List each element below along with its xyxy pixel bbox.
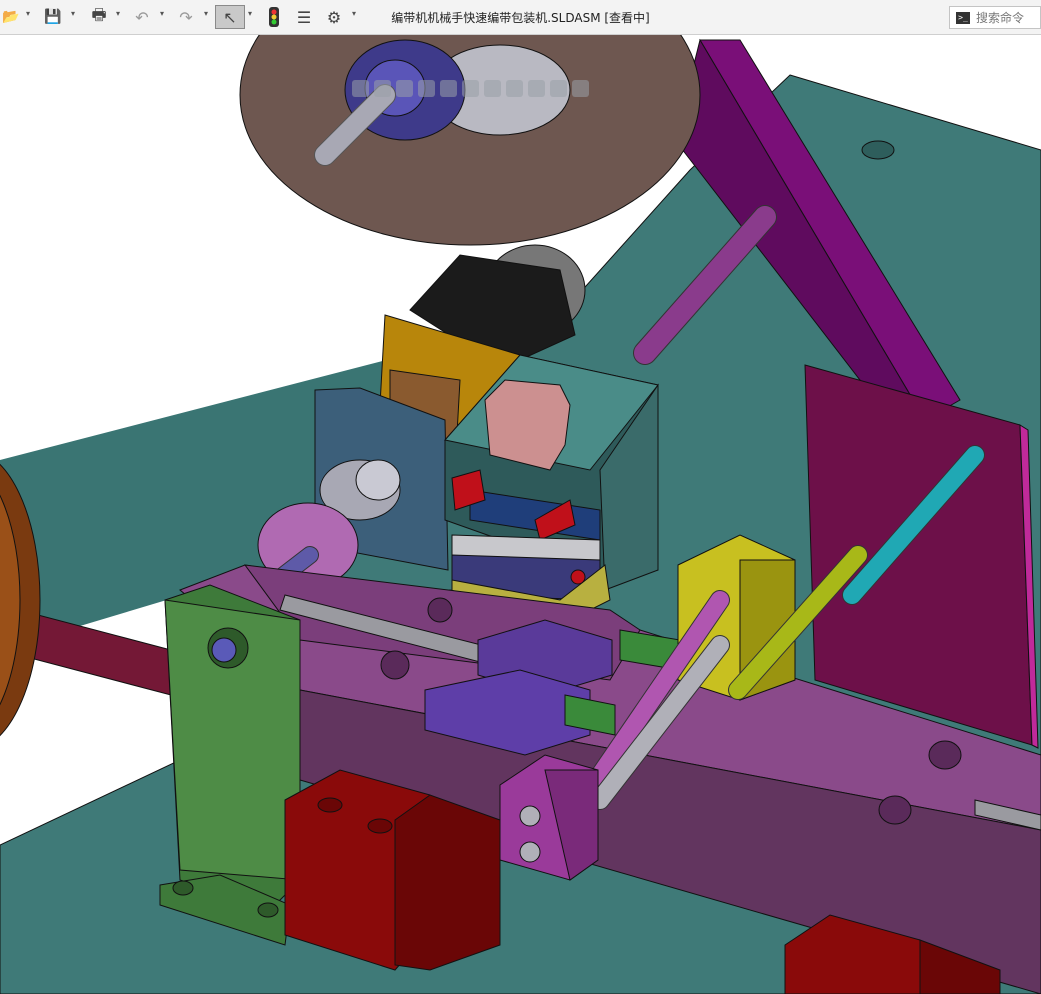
view-orientation-icon[interactable] xyxy=(440,79,457,97)
save-icon[interactable]: 💾 xyxy=(40,5,66,29)
apply-scene-icon[interactable] xyxy=(528,79,545,97)
previous-view-icon[interactable] xyxy=(396,79,413,97)
view-settings-icon[interactable] xyxy=(550,79,567,97)
print-icon[interactable]: 🖶 xyxy=(86,5,112,29)
graphics-viewport[interactable] xyxy=(0,35,1041,994)
open-dropdown-icon[interactable]: ▾ xyxy=(26,9,30,18)
file-properties-icon[interactable]: ☰ xyxy=(292,5,316,29)
print-dropdown-icon[interactable]: ▾ xyxy=(116,9,120,18)
undo-icon[interactable]: ↶ xyxy=(130,5,154,29)
command-prompt-icon: >_ xyxy=(956,11,970,24)
heads-up-view-toolbar xyxy=(352,75,589,101)
display-pane-icon[interactable] xyxy=(572,79,589,97)
assembly-model-render[interactable] xyxy=(0,35,1041,994)
select-icon[interactable]: ↖ xyxy=(215,5,245,29)
section-view-icon[interactable] xyxy=(418,79,435,97)
redo-dropdown-icon[interactable]: ▾ xyxy=(204,9,208,18)
search-box[interactable]: >_ xyxy=(949,6,1041,29)
search-input[interactable] xyxy=(976,10,1040,25)
open-icon[interactable]: 📂 xyxy=(0,5,22,29)
save-dropdown-icon[interactable]: ▾ xyxy=(71,9,75,18)
window-title: 编带机机械手快速编带包装机.SLDASM [查看中] xyxy=(391,11,650,25)
redo-icon[interactable]: ↷ xyxy=(174,5,198,29)
display-style-icon[interactable] xyxy=(462,79,479,97)
edit-appearance-icon[interactable] xyxy=(506,79,523,97)
zoom-to-fit-icon[interactable] xyxy=(352,79,369,97)
zoom-area-icon[interactable] xyxy=(374,79,391,97)
rebuild-icon[interactable] xyxy=(264,5,284,29)
hide-show-icon[interactable] xyxy=(484,79,501,97)
options-icon[interactable]: ⚙ xyxy=(322,5,346,29)
undo-dropdown-icon[interactable]: ▾ xyxy=(160,9,164,18)
select-dropdown-icon[interactable]: ▾ xyxy=(248,9,252,18)
options-dropdown-icon[interactable]: ▾ xyxy=(352,9,356,18)
command-toolbar: 📂 ▾ 💾 ▾ 🖶 ▾ ↶ ▾ ↷ ▾ ↖ ▾ ☰ ⚙ ▾ 编带机机械手快速编带… xyxy=(0,0,1041,35)
